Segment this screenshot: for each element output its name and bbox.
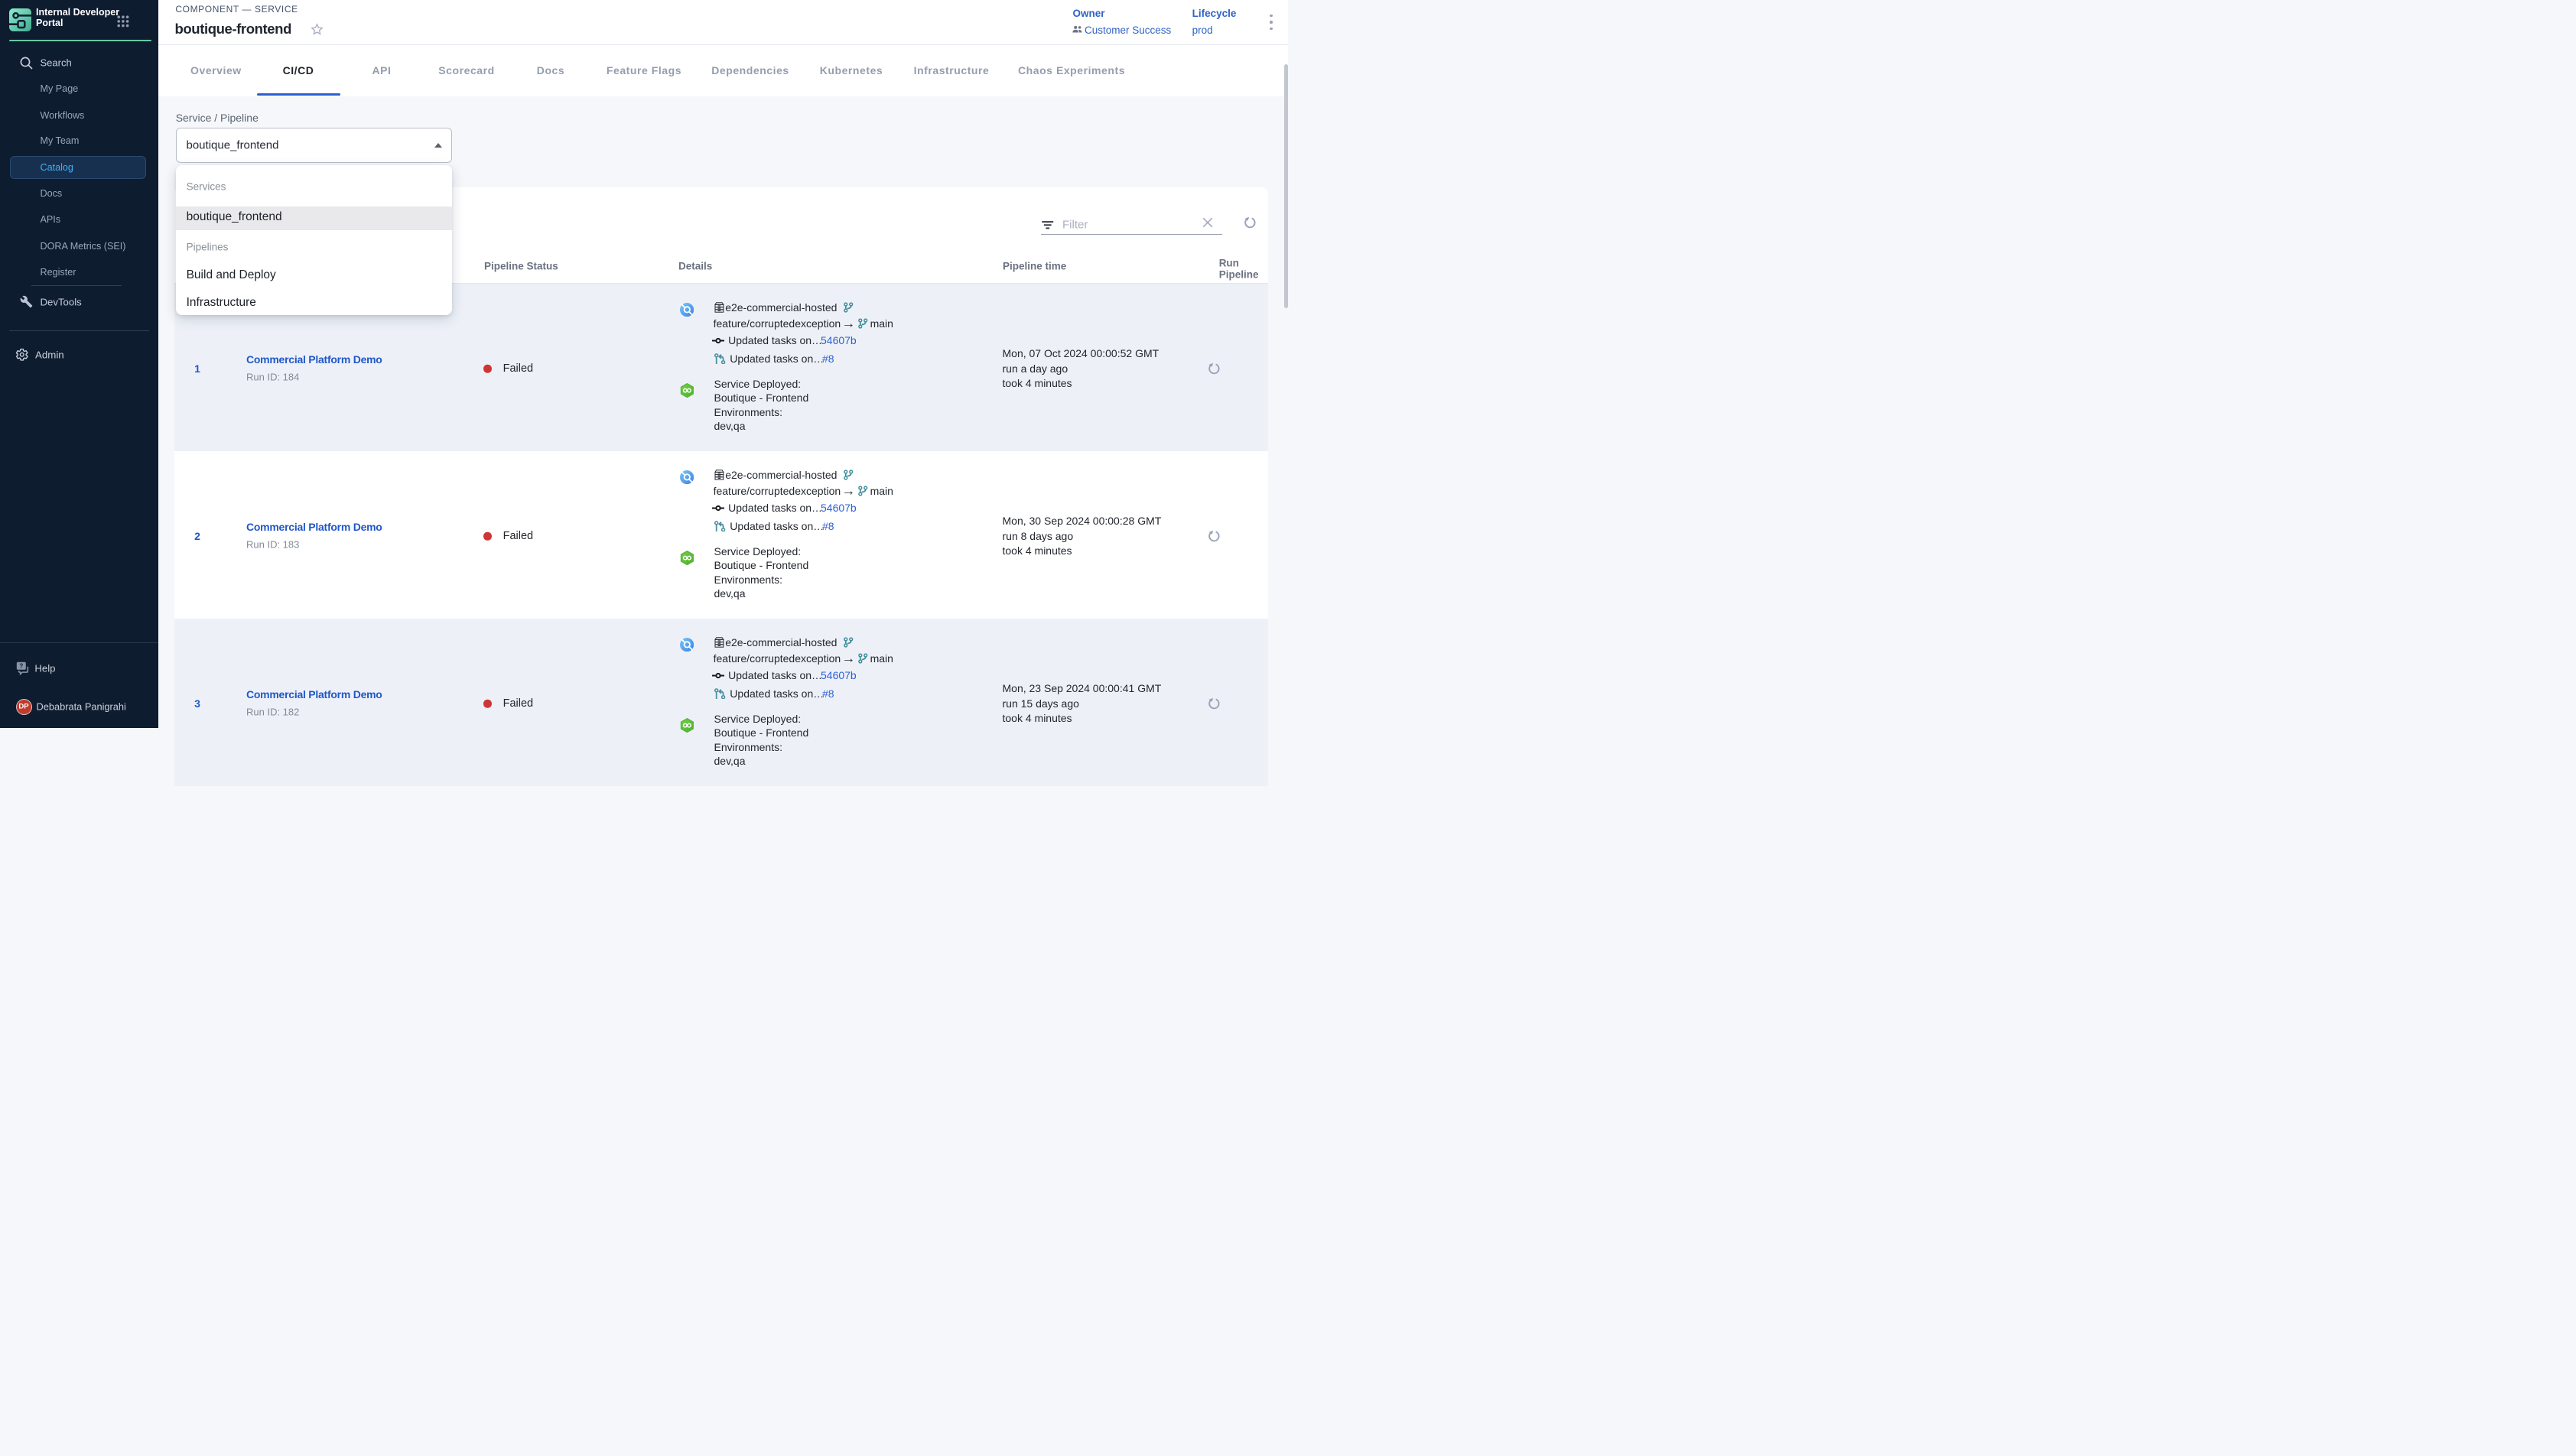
svg-text:?: ? [19,662,23,669]
